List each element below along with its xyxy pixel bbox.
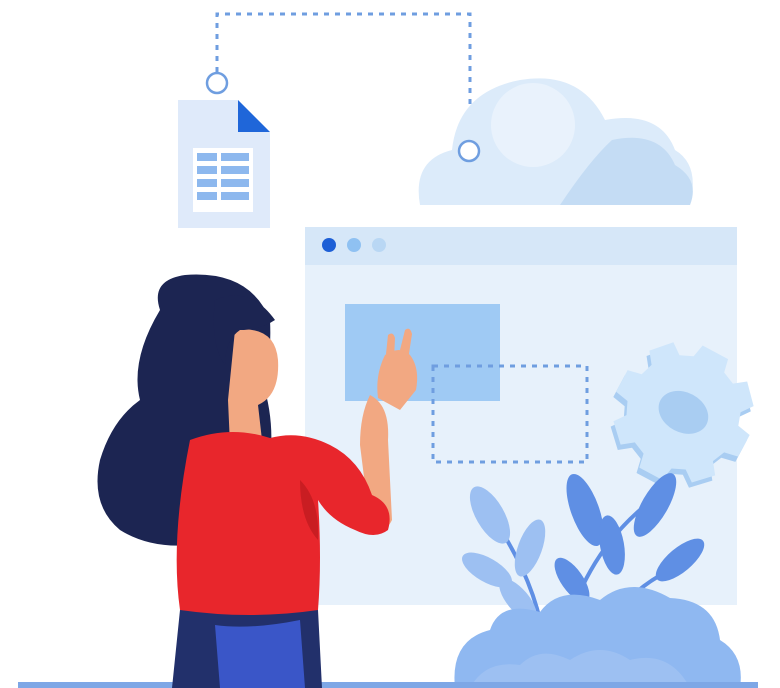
ground-line (18, 682, 758, 688)
illustration-svg (18, 12, 758, 688)
window-dot-2 (347, 238, 361, 252)
document-icon (178, 100, 270, 228)
window-panel (345, 304, 500, 401)
illustration (0, 0, 780, 688)
window-dot-1 (322, 238, 336, 252)
window-dot-3 (372, 238, 386, 252)
cloud-icon (418, 78, 693, 205)
